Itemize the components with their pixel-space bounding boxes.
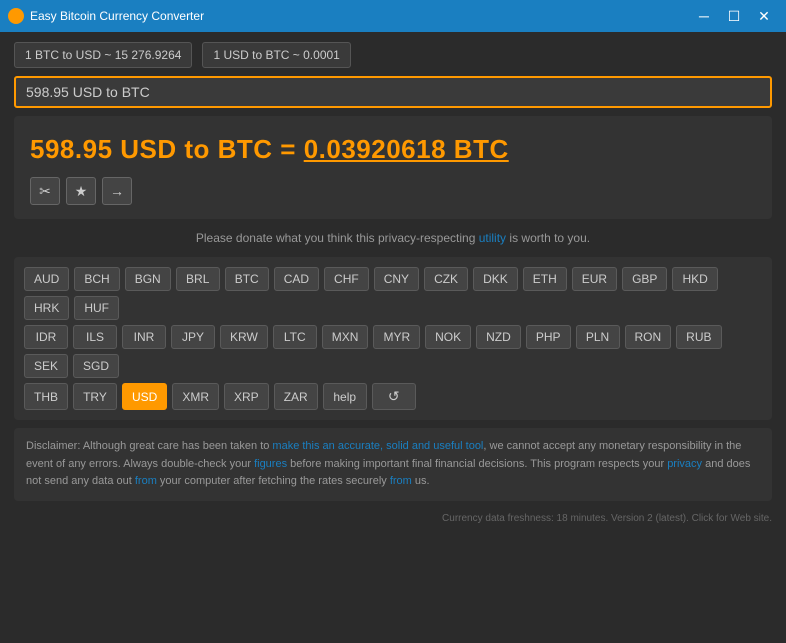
footer-text: Currency data freshness: 18 minutes. Ver… <box>442 513 772 524</box>
currency-btn-chf[interactable]: CHF <box>324 267 369 291</box>
donate-pre: Please donate what you think this privac… <box>196 231 479 245</box>
currency-btn-bgn[interactable]: BGN <box>125 267 171 291</box>
currency-btn-idr[interactable]: IDR <box>24 325 68 349</box>
currency-btn-czk[interactable]: CZK <box>424 267 468 291</box>
currency-btn-eur[interactable]: EUR <box>572 267 617 291</box>
currency-btn-pln[interactable]: PLN <box>576 325 620 349</box>
title-bar: Easy Bitcoin Currency Converter ─ ☐ ✕ <box>0 0 786 32</box>
disclaimer: Disclaimer: Although great care has been… <box>14 428 772 501</box>
currency-btn-huf[interactable]: HUF <box>74 296 119 320</box>
currency-btn-help[interactable]: help <box>323 383 367 410</box>
star-button[interactable]: ★ <box>66 177 96 205</box>
currency-btn-try[interactable]: TRY <box>73 383 117 410</box>
currency-btn-thb[interactable]: THB <box>24 383 68 410</box>
currency-btn-hkd[interactable]: HKD <box>672 267 717 291</box>
currency-btn-nok[interactable]: NOK <box>425 325 471 349</box>
currency-row-3: THBTRYUSDXMRXRPZARhelp↺ <box>24 383 762 410</box>
disclaimer-link2[interactable]: figures <box>254 458 287 470</box>
currency-btn-xmr[interactable]: XMR <box>172 383 219 410</box>
footer: Currency data freshness: 18 minutes. Ver… <box>0 511 786 526</box>
currency-btn-ltc[interactable]: LTC <box>273 325 317 349</box>
app-icon <box>8 8 24 24</box>
donate-link[interactable]: utility <box>479 231 506 245</box>
disclaimer-link3[interactable]: privacy <box>667 458 702 470</box>
currency-btn-rub[interactable]: RUB <box>676 325 721 349</box>
currency-btn-aud[interactable]: AUD <box>24 267 69 291</box>
currency-btn-dkk[interactable]: DKK <box>473 267 518 291</box>
quick-rates: 1 BTC to USD ~ 15 276.9264 1 USD to BTC … <box>14 42 772 68</box>
donate-bar: Please donate what you think this privac… <box>14 227 772 249</box>
scissors-button[interactable]: ✂ <box>30 177 60 205</box>
currency-btn-zar[interactable]: ZAR <box>274 383 318 410</box>
currency-btn-hrk[interactable]: HRK <box>24 296 69 320</box>
currency-btn-ils[interactable]: ILS <box>73 325 117 349</box>
currency-btn-eth[interactable]: ETH <box>523 267 567 291</box>
conversion-input[interactable] <box>14 76 772 108</box>
currency-btn-cny[interactable]: CNY <box>374 267 419 291</box>
currency-btn-↺[interactable]: ↺ <box>372 383 416 410</box>
action-buttons: ✂ ★ → <box>30 177 756 205</box>
currency-btn-nzd[interactable]: NZD <box>476 325 521 349</box>
result-display: 598.95 USD to BTC = 0.03920618 BTC <box>30 134 756 165</box>
currency-btn-krw[interactable]: KRW <box>220 325 268 349</box>
currency-btn-ron[interactable]: RON <box>625 325 672 349</box>
close-button[interactable]: ✕ <box>750 6 778 26</box>
currency-btn-cad[interactable]: CAD <box>274 267 319 291</box>
currency-btn-sek[interactable]: SEK <box>24 354 68 378</box>
currency-row-1: AUDBCHBGNBRLBTCCADCHFCNYCZKDKKETHEURGBPH… <box>24 267 762 320</box>
currency-btn-sgd[interactable]: SGD <box>73 354 119 378</box>
donate-post: is worth to you. <box>506 231 590 245</box>
currency-btn-xrp[interactable]: XRP <box>224 383 269 410</box>
usd-to-btc-rate: 1 USD to BTC ~ 0.0001 <box>202 42 350 68</box>
btc-to-usd-rate: 1 BTC to USD ~ 15 276.9264 <box>14 42 192 68</box>
arrow-button[interactable]: → <box>102 177 132 205</box>
disclaimer-link4[interactable]: from <box>135 475 157 487</box>
result-panel: 598.95 USD to BTC = 0.03920618 BTC ✂ ★ → <box>14 116 772 219</box>
currency-btn-mxn[interactable]: MXN <box>322 325 369 349</box>
result-label: 598.95 USD to BTC = <box>30 134 304 164</box>
main-content: 1 BTC to USD ~ 15 276.9264 1 USD to BTC … <box>0 32 786 511</box>
currency-grid: AUDBCHBGNBRLBTCCADCHFCNYCZKDKKETHEURGBPH… <box>14 257 772 420</box>
currency-btn-btc[interactable]: BTC <box>225 267 269 291</box>
disclaimer-text1: Disclaimer: Although great care has been… <box>26 440 272 452</box>
disclaimer-text6: us. <box>412 475 430 487</box>
currency-btn-inr[interactable]: INR <box>122 325 166 349</box>
maximize-button[interactable]: ☐ <box>720 6 748 26</box>
currency-row-2: IDRILSINRJPYKRWLTCMXNMYRNOKNZDPHPPLNRONR… <box>24 325 762 378</box>
currency-btn-myr[interactable]: MYR <box>373 325 420 349</box>
currency-btn-gbp[interactable]: GBP <box>622 267 667 291</box>
window-controls: ─ ☐ ✕ <box>690 6 778 26</box>
currency-btn-brl[interactable]: BRL <box>176 267 220 291</box>
disclaimer-text3: before making important final financial … <box>287 458 667 470</box>
result-value: 0.03920618 BTC <box>304 134 509 164</box>
currency-btn-bch[interactable]: BCH <box>74 267 119 291</box>
disclaimer-text5: your computer after fetching the rates s… <box>157 475 390 487</box>
minimize-button[interactable]: ─ <box>690 6 718 26</box>
currency-btn-usd[interactable]: USD <box>122 383 167 410</box>
disclaimer-link1[interactable]: make this an accurate, solid and useful … <box>272 440 483 452</box>
currency-btn-jpy[interactable]: JPY <box>171 325 215 349</box>
currency-btn-php[interactable]: PHP <box>526 325 571 349</box>
app-title: Easy Bitcoin Currency Converter <box>30 9 690 23</box>
disclaimer-link5[interactable]: from <box>390 475 412 487</box>
